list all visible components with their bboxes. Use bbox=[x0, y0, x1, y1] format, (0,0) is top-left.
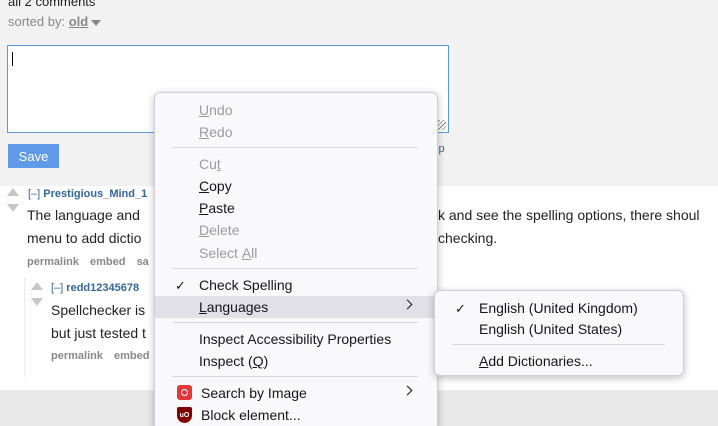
menu-item-inspect-accessibility[interactable]: Inspect Accessibility Properties bbox=[155, 328, 437, 350]
menu-label: elete bbox=[209, 222, 240, 238]
menu-label: Inspect Accessibility Properties bbox=[199, 331, 392, 347]
checkmark-icon: ✓ bbox=[455, 301, 466, 316]
text-cursor bbox=[12, 52, 13, 66]
mnemonic: C bbox=[199, 178, 210, 194]
menu-label: ll bbox=[251, 245, 258, 261]
chevron-down-icon[interactable] bbox=[91, 19, 102, 26]
menu-label: Cu bbox=[199, 156, 217, 172]
comment-body-line: The language and bbox=[27, 207, 140, 223]
permalink-link[interactable]: permalink bbox=[51, 350, 103, 362]
comment-body-line: menu to add dictio bbox=[27, 230, 142, 246]
comment-author[interactable]: Prestigious_Mind_1 bbox=[43, 188, 147, 200]
languages-submenu: ✓ English (United Kingdom) English (Unit… bbox=[434, 290, 684, 376]
menu-item-redo: Redo bbox=[155, 121, 437, 143]
chevron-right-icon bbox=[402, 299, 413, 310]
mnemonic: Q bbox=[252, 353, 264, 369]
menu-item-add-dictionaries[interactable]: Add Dictionaries... bbox=[435, 350, 683, 372]
menu-label: edo bbox=[209, 124, 233, 140]
comment-author[interactable]: redd12345678 bbox=[66, 282, 139, 294]
menu-item-languages[interactable]: Languages bbox=[155, 296, 437, 318]
menu-label: Inspect ( bbox=[199, 353, 253, 369]
sort-selector[interactable]: sorted by: old bbox=[8, 14, 102, 29]
menu-separator bbox=[173, 147, 418, 148]
mnemonic: R bbox=[199, 124, 210, 140]
menu-item-delete: Delete bbox=[155, 219, 437, 241]
menu-label: aste bbox=[208, 200, 235, 216]
menu-item-search-by-image[interactable]: Search by Image bbox=[155, 382, 437, 404]
menu-label: ndo bbox=[209, 102, 233, 118]
comment-body-line: k and see the spelling options, there sh… bbox=[438, 207, 700, 223]
embed-link[interactable]: embed bbox=[114, 350, 149, 362]
menu-item-undo: Undo bbox=[155, 99, 437, 121]
comment-tagline: [–] Prestigious_Mind_1 bbox=[28, 188, 147, 200]
mnemonic: t bbox=[216, 156, 221, 172]
upvote-arrow-icon[interactable] bbox=[31, 282, 43, 290]
comment-body-line: checking. bbox=[438, 230, 498, 246]
sort-value[interactable]: old bbox=[69, 14, 89, 29]
ublock-shield-icon: uO bbox=[177, 407, 192, 423]
context-menu: Undo Redo Cu t Copy Paste Delete Select A… bbox=[154, 92, 438, 426]
menu-label: Check Spelling bbox=[199, 277, 293, 293]
menu-item-check-spelling[interactable]: ✓ Check Spelling bbox=[155, 274, 437, 296]
menu-item-select-all: Select All bbox=[155, 242, 437, 264]
chevron-right-icon bbox=[402, 385, 413, 396]
menu-item-copy[interactable]: Copy bbox=[155, 175, 437, 197]
collapse-toggle[interactable]: [–] bbox=[28, 188, 40, 200]
mnemonic: L bbox=[199, 299, 207, 315]
downvote-arrow-icon[interactable] bbox=[31, 298, 43, 306]
comments-count: all 2 comments bbox=[8, 0, 96, 9]
menu-item-paste[interactable]: Paste bbox=[155, 197, 437, 219]
sort-label: sorted by: bbox=[8, 14, 66, 29]
embed-link[interactable]: embed bbox=[90, 256, 125, 268]
collapse-toggle[interactable]: [–] bbox=[51, 282, 63, 294]
mnemonic: P bbox=[199, 200, 209, 216]
permalink-link[interactable]: permalink bbox=[27, 256, 79, 268]
menu-separator bbox=[173, 268, 418, 269]
menu-label: Select bbox=[199, 245, 242, 261]
mnemonic: A bbox=[241, 245, 252, 261]
menu-item-inspect[interactable]: Inspect (Q) bbox=[155, 350, 437, 372]
mnemonic: D bbox=[199, 222, 210, 238]
comment-body-line: Spellchecker is bbox=[51, 302, 146, 318]
menu-label: opy bbox=[209, 178, 232, 194]
menu-separator bbox=[173, 376, 418, 377]
save-link[interactable]: sa bbox=[137, 256, 149, 268]
menu-label: Search by Image bbox=[201, 385, 307, 401]
comment-actions: permalink embed sa bbox=[27, 256, 157, 268]
comment-body-line: but just tested t bbox=[51, 325, 146, 341]
upvote-arrow-icon[interactable] bbox=[7, 188, 19, 196]
mnemonic: U bbox=[199, 102, 210, 118]
menu-label: anguages bbox=[206, 299, 269, 315]
downvote-arrow-icon[interactable] bbox=[7, 204, 19, 212]
menu-label: dd Dictionaries... bbox=[488, 353, 593, 369]
menu-item-cut: Cu t bbox=[155, 153, 437, 175]
menu-item-block-element[interactable]: uO Block element... bbox=[155, 404, 437, 426]
mnemonic: A bbox=[479, 353, 489, 369]
save-button[interactable]: Save bbox=[8, 144, 59, 168]
menu-label: English (United States) bbox=[479, 321, 623, 337]
camera-search-icon bbox=[177, 385, 192, 400]
checkmark-icon: ✓ bbox=[175, 278, 186, 293]
menu-label: ) bbox=[263, 353, 269, 369]
menu-separator bbox=[173, 322, 418, 323]
menu-item-english-us[interactable]: English (United States) bbox=[435, 318, 683, 340]
menu-separator bbox=[453, 344, 665, 345]
comment-tagline: [–] redd12345678 bbox=[51, 282, 139, 294]
menu-label: Block element... bbox=[201, 407, 301, 423]
menu-label: English (United Kingdom) bbox=[479, 300, 638, 316]
menu-item-english-uk[interactable]: ✓ English (United Kingdom) bbox=[435, 297, 683, 319]
comment-actions: permalink embed bbox=[51, 350, 158, 362]
